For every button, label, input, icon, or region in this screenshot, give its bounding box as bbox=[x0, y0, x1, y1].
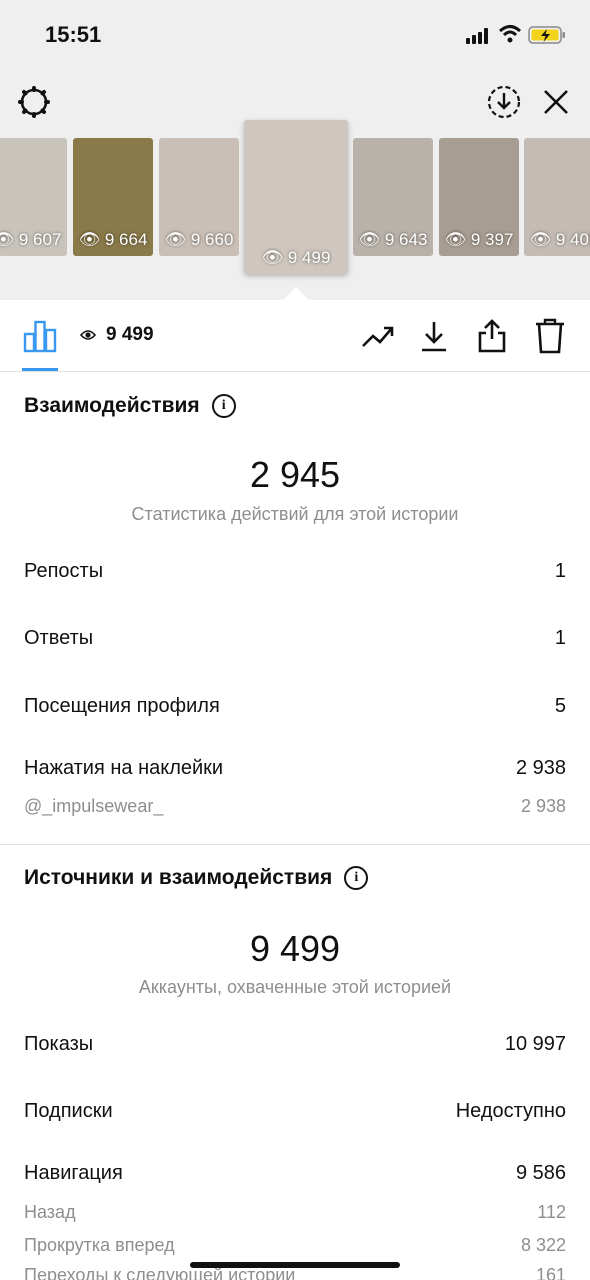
story-action-bar: 9 499 bbox=[0, 300, 590, 372]
row-label: @_impulsewear_ bbox=[24, 796, 164, 816]
status-bar: 15:51 bbox=[0, 0, 590, 70]
views-count: 9 499 bbox=[80, 324, 154, 346]
row-value: 112 bbox=[537, 1202, 566, 1222]
navigation-forward-row: Прокрутка вперед 8 322 bbox=[24, 1235, 566, 1256]
thumbnail-views: 👁 9 405 bbox=[529, 230, 590, 249]
interaction-row-sticker-taps: Нажатия на наклейки 2 938 bbox=[24, 757, 566, 780]
row-label: Репосты bbox=[24, 560, 104, 582]
discovery-row-navigation: Навигация 9 586 bbox=[24, 1162, 566, 1185]
row-value: Недоступно bbox=[455, 1100, 566, 1122]
thumbnail-views: 👁 9 664 bbox=[78, 230, 148, 249]
interaction-row-profile-visits: Посещения профиля 5 bbox=[24, 695, 566, 718]
row-label: Показы bbox=[24, 1033, 94, 1055]
thumbnail-views: 👁 9 643 bbox=[358, 230, 428, 249]
story-thumbnail-selected[interactable]: 👁 9 499 bbox=[244, 120, 348, 274]
wifi-icon bbox=[498, 25, 522, 43]
row-value: 9 586 bbox=[515, 1162, 566, 1184]
story-thumbnail[interactable]: 👁 9 397 bbox=[439, 138, 519, 256]
section-divider bbox=[0, 844, 590, 845]
eye-icon bbox=[80, 330, 96, 340]
interactions-section-title: Взаимодействия i bbox=[24, 394, 236, 418]
battery-icon bbox=[528, 26, 565, 44]
views-count-value: 9 499 bbox=[106, 324, 154, 345]
row-value: 1 bbox=[554, 560, 566, 582]
row-label: Нажатия на наклейки bbox=[24, 757, 224, 779]
home-indicator[interactable] bbox=[190, 1262, 400, 1268]
thumbnail-views: 👁 9 397 bbox=[444, 230, 514, 249]
discovery-row-impressions: Показы 10 997 bbox=[24, 1033, 566, 1056]
status-time: 15:51 bbox=[45, 22, 102, 47]
row-value: 2 938 bbox=[515, 757, 566, 779]
info-icon[interactable]: i bbox=[211, 394, 236, 418]
row-label: Назад bbox=[24, 1202, 76, 1222]
story-thumbnail[interactable]: 👁 9 405 bbox=[524, 138, 590, 256]
thumbnail-views: 👁 9 499 bbox=[261, 248, 331, 267]
story-preview-area: 15:51 👁 9 607 👁 9 664 👁 9 660 👁 9 499 👁 … bbox=[0, 0, 590, 300]
thumbnail-views: 👁 9 607 bbox=[0, 230, 62, 249]
row-label: Навигация bbox=[24, 1162, 123, 1184]
row-value: 1 bbox=[554, 627, 566, 649]
download-icon[interactable] bbox=[414, 316, 454, 356]
signal-icon bbox=[466, 28, 492, 44]
info-icon[interactable]: i bbox=[344, 866, 369, 890]
row-label: Подписки bbox=[24, 1100, 113, 1122]
story-thumbnail[interactable]: 👁 9 664 bbox=[73, 138, 153, 256]
discovery-title-text: Источники и взаимодействия bbox=[24, 866, 333, 889]
story-thumbnails-strip: 👁 9 607 👁 9 664 👁 9 660 👁 9 499 👁 9 643 … bbox=[0, 118, 590, 278]
interactions-title-text: Взаимодействия bbox=[24, 394, 200, 417]
discovery-subtitle: Аккаунты, охваченные этой историей bbox=[138, 977, 452, 997]
navigation-back-row: Назад 112 bbox=[24, 1202, 566, 1223]
row-label: Посещения профиля bbox=[24, 695, 220, 717]
insights-chart-icon[interactable] bbox=[22, 318, 58, 354]
row-value: 2 938 bbox=[520, 796, 566, 816]
active-tab-indicator bbox=[22, 368, 58, 371]
story-thumbnail[interactable]: 👁 9 660 bbox=[159, 138, 239, 256]
interactions-total: 2 945 bbox=[249, 454, 341, 495]
promote-trend-icon[interactable] bbox=[358, 316, 398, 356]
thumbnail-views: 👁 9 660 bbox=[164, 230, 234, 249]
interaction-row-replies: Ответы 1 bbox=[24, 627, 566, 650]
row-value: 161 bbox=[535, 1265, 566, 1280]
sticker-mention-row: @_impulsewear_ 2 938 bbox=[24, 796, 566, 817]
interactions-subtitle: Статистика действий для этой истории bbox=[131, 504, 459, 524]
row-value: 10 997 bbox=[504, 1033, 566, 1055]
discovery-section-title: Источники и взаимодействия i bbox=[24, 866, 369, 890]
selected-pointer bbox=[283, 287, 309, 300]
share-icon[interactable] bbox=[472, 316, 512, 356]
row-value: 8 322 bbox=[520, 1235, 566, 1255]
discovery-row-follows: Подписки Недоступно bbox=[24, 1100, 566, 1123]
interaction-row-reposts: Репосты 1 bbox=[24, 560, 566, 583]
row-label: Прокрутка вперед bbox=[24, 1235, 175, 1255]
story-thumbnail[interactable]: 👁 9 643 bbox=[353, 138, 433, 256]
row-label: Ответы bbox=[24, 627, 94, 649]
story-thumbnail[interactable]: 👁 9 607 bbox=[0, 138, 67, 256]
discovery-total: 9 499 bbox=[249, 928, 341, 969]
delete-trash-icon[interactable] bbox=[530, 316, 570, 356]
row-value: 5 bbox=[554, 695, 566, 717]
